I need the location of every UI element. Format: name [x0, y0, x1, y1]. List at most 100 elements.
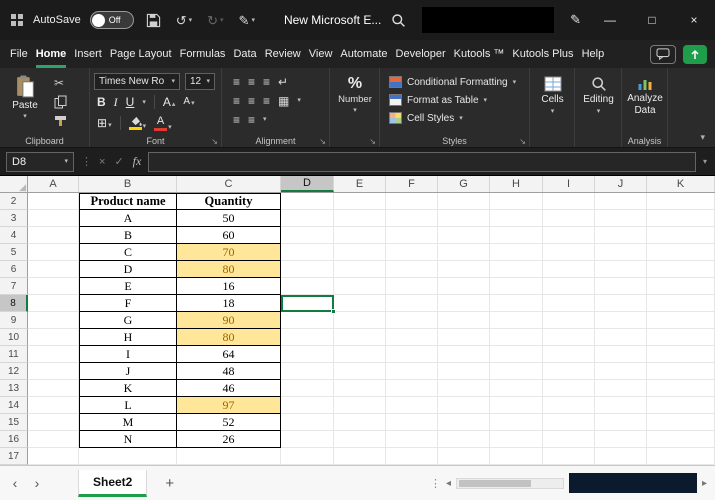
cell-J8[interactable]	[595, 295, 647, 312]
cell-D11[interactable]	[281, 346, 334, 363]
cell-E15[interactable]	[334, 414, 386, 431]
cell-A5[interactable]	[28, 244, 79, 261]
cell-G11[interactable]	[438, 346, 490, 363]
number-format-button[interactable]: % Number ▾	[338, 72, 372, 133]
row-header-2[interactable]: 2	[0, 193, 28, 210]
cell-D13[interactable]	[281, 380, 334, 397]
cell-K11[interactable]	[647, 346, 715, 363]
row-header-17[interactable]: 17	[0, 448, 28, 465]
cell-G17[interactable]	[438, 448, 490, 465]
column-header-g[interactable]: G	[438, 176, 490, 192]
styles-item-format-as-table[interactable]: Format as Table▾	[384, 91, 526, 109]
cell-G2[interactable]	[438, 193, 490, 210]
cell-F10[interactable]	[386, 329, 438, 346]
tab-formulas[interactable]: Formulas	[176, 40, 230, 68]
cell-K4[interactable]	[647, 227, 715, 244]
maximize-button[interactable]: □	[631, 0, 673, 40]
cell-F13[interactable]	[386, 380, 438, 397]
formula-bar-handle[interactable]: ⋮	[81, 155, 92, 168]
hscroll-left-arrow-icon[interactable]: ◂	[446, 478, 451, 489]
cell-H6[interactable]	[490, 261, 543, 278]
cell-A3[interactable]	[28, 210, 79, 227]
cell-G4[interactable]	[438, 227, 490, 244]
cell-H11[interactable]	[490, 346, 543, 363]
cell-A11[interactable]	[28, 346, 79, 363]
font-color-button[interactable]: A ▾	[154, 116, 172, 131]
cell-A9[interactable]	[28, 312, 79, 329]
cell-E11[interactable]	[334, 346, 386, 363]
tab-insert[interactable]: Insert	[70, 40, 106, 68]
cell-B3[interactable]: A	[79, 210, 177, 227]
cell-A8[interactable]	[28, 295, 79, 312]
row-header-14[interactable]: 14	[0, 397, 28, 414]
cell-F2[interactable]	[386, 193, 438, 210]
cell-G15[interactable]	[438, 414, 490, 431]
row-header-7[interactable]: 7	[0, 278, 28, 295]
cell-E9[interactable]	[334, 312, 386, 329]
cancel-entry-icon[interactable]: ×	[99, 156, 105, 168]
cell-B2[interactable]: Product name	[79, 193, 177, 210]
cell-E6[interactable]	[334, 261, 386, 278]
underline-button[interactable]: U	[126, 96, 135, 108]
cell-F4[interactable]	[386, 227, 438, 244]
cell-H12[interactable]	[490, 363, 543, 380]
font-dialog-launcher-icon[interactable]: ↘	[211, 137, 218, 146]
row-header-11[interactable]: 11	[0, 346, 28, 363]
share-button[interactable]	[683, 45, 707, 64]
cell-C13[interactable]: 46	[177, 380, 281, 397]
tab-automate[interactable]: Automate	[336, 40, 391, 68]
column-header-f[interactable]: F	[386, 176, 438, 192]
cell-H3[interactable]	[490, 210, 543, 227]
align-bottom-icon[interactable]: ≡	[263, 76, 270, 88]
cell-B8[interactable]: F	[79, 295, 177, 312]
cell-C15[interactable]: 52	[177, 414, 281, 431]
cell-D16[interactable]	[281, 431, 334, 448]
cell-F17[interactable]	[386, 448, 438, 465]
cell-K9[interactable]	[647, 312, 715, 329]
cell-H9[interactable]	[490, 312, 543, 329]
cell-I2[interactable]	[543, 193, 595, 210]
cell-B12[interactable]: J	[79, 363, 177, 380]
tab-kutools-plus[interactable]: Kutools Plus	[508, 40, 577, 68]
cell-K16[interactable]	[647, 431, 715, 448]
cell-B4[interactable]: B	[79, 227, 177, 244]
cell-E7[interactable]	[334, 278, 386, 295]
tab-developer[interactable]: Developer	[392, 40, 450, 68]
cell-A4[interactable]	[28, 227, 79, 244]
qat-pen-button[interactable]: ✎ ▾	[236, 12, 258, 29]
cell-I14[interactable]	[543, 397, 595, 414]
cell-F9[interactable]	[386, 312, 438, 329]
cell-J3[interactable]	[595, 210, 647, 227]
cell-F12[interactable]	[386, 363, 438, 380]
row-header-9[interactable]: 9	[0, 312, 28, 329]
horizontal-scrollbar[interactable]	[456, 478, 564, 489]
cell-C11[interactable]: 64	[177, 346, 281, 363]
cell-A17[interactable]	[28, 448, 79, 465]
cell-B13[interactable]: K	[79, 380, 177, 397]
row-header-4[interactable]: 4	[0, 227, 28, 244]
cut-button[interactable]: ✂	[54, 77, 67, 89]
column-header-d[interactable]: D	[281, 176, 334, 192]
cell-G3[interactable]	[438, 210, 490, 227]
cell-J9[interactable]	[595, 312, 647, 329]
cell-C6[interactable]: 80	[177, 261, 281, 278]
cell-A13[interactable]	[28, 380, 79, 397]
cell-D8[interactable]	[281, 295, 334, 312]
cell-B6[interactable]: D	[79, 261, 177, 278]
sheet-nav-right-icon[interactable]: ›	[30, 476, 44, 490]
cell-G7[interactable]	[438, 278, 490, 295]
confirm-entry-icon[interactable]: ✓	[114, 155, 123, 168]
cell-K3[interactable]	[647, 210, 715, 227]
align-center-icon[interactable]: ≡	[248, 95, 255, 107]
column-header-j[interactable]: J	[595, 176, 647, 192]
cell-A12[interactable]	[28, 363, 79, 380]
cell-F11[interactable]	[386, 346, 438, 363]
cell-I12[interactable]	[543, 363, 595, 380]
increase-font-button[interactable]: A▴	[163, 96, 176, 108]
cell-B15[interactable]: M	[79, 414, 177, 431]
cell-F5[interactable]	[386, 244, 438, 261]
font-name-select[interactable]: Times New Ro ▾	[94, 73, 180, 90]
cell-D10[interactable]	[281, 329, 334, 346]
paste-button[interactable]: Paste ▾	[4, 72, 46, 133]
cell-B10[interactable]: H	[79, 329, 177, 346]
